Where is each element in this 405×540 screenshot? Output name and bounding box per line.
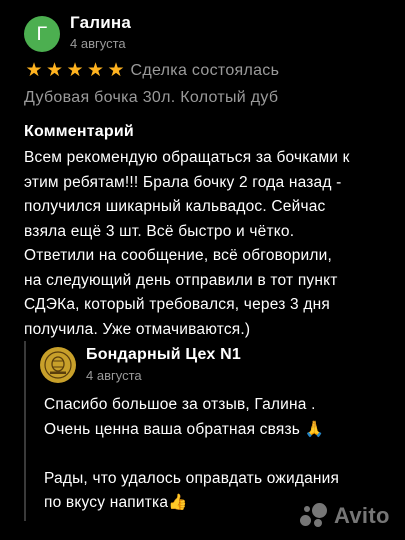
star-icon: ★ xyxy=(45,60,64,81)
review-date: 4 августа xyxy=(70,36,126,51)
author-name[interactable]: Галина xyxy=(70,13,131,33)
rating-row: ★ ★ ★ ★ ★ Сделка состоялась xyxy=(24,60,279,82)
reply-header: Бондарный Цех N1 4 августа xyxy=(40,345,241,385)
reply-divider xyxy=(24,341,26,521)
avito-logo-icon xyxy=(300,503,330,529)
comment-heading: Комментарий xyxy=(24,123,134,140)
avito-watermark-text: Avito xyxy=(334,503,390,528)
star-icon: ★ xyxy=(25,60,43,81)
seller-logo[interactable] xyxy=(40,347,76,383)
comment-text: Всем рекомендую обращаться за бочками к … xyxy=(24,149,350,338)
item-title: Дубовая бочка 30л. Колотый дуб xyxy=(24,89,279,106)
seller-name[interactable]: Бондарный Цех N1 xyxy=(86,345,241,365)
star-icon: ★ xyxy=(107,60,125,81)
star-icon: ★ xyxy=(66,60,84,81)
review-author: Галина 4 августа xyxy=(70,13,131,53)
reply-date: 4 августа xyxy=(86,368,142,383)
barrel-logo-icon xyxy=(44,351,72,379)
star-icon: ★ xyxy=(86,60,105,81)
avatar[interactable]: Г xyxy=(24,16,60,52)
reply-text: Спасибо большое за отзыв, Галина . Очень… xyxy=(44,396,340,511)
avito-watermark: Avito xyxy=(300,503,390,529)
deal-status: Сделка состоялась xyxy=(130,62,280,79)
reply-author: Бондарный Цех N1 4 августа xyxy=(86,345,241,385)
rating-stars: ★ ★ ★ ★ ★ xyxy=(24,60,127,82)
review-header: Г Галина 4 августа xyxy=(24,13,131,53)
